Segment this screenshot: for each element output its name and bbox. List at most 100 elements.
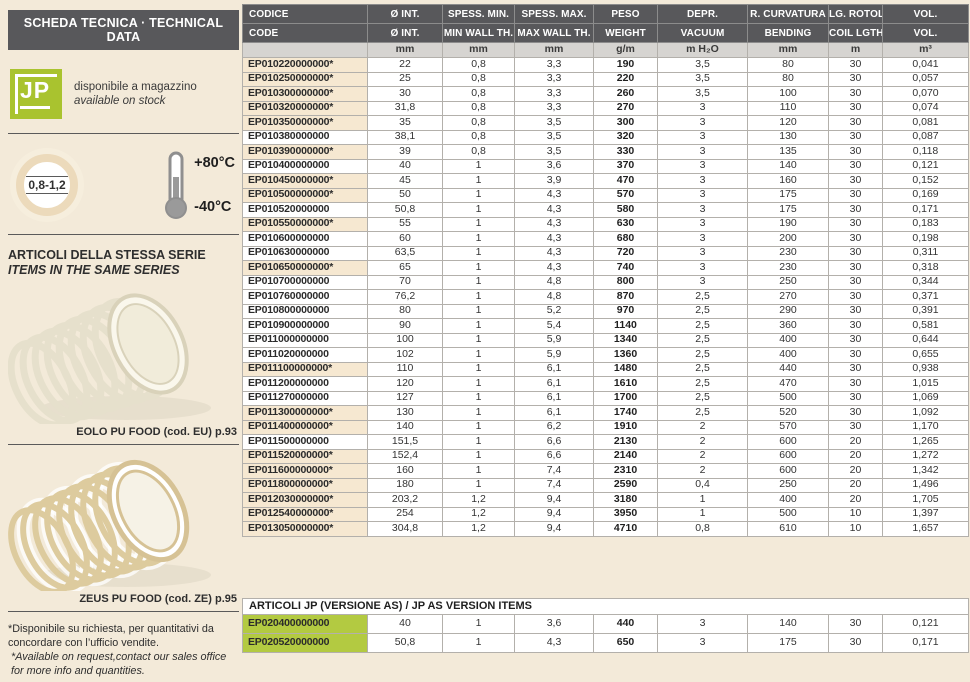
value-cell: 160 [368,464,443,479]
value-cell: 0,070 [883,87,969,102]
value-cell: 50,8 [368,634,443,653]
value-cell: 720 [594,246,658,261]
value-cell: 1 [443,188,515,203]
divider [8,234,239,235]
table-row: EP010220000000*220,83,31903,580300,041 [243,58,969,73]
value-cell: 0,8 [443,145,515,160]
column-header: VOL. [883,24,969,43]
footnote-request: *Disponibile su richiesta, per quantitat… [8,622,239,678]
series-title-it: ARTICOLI DELLA STESSA SERIE [8,248,239,263]
value-cell: 1610 [594,377,658,392]
value-cell: 580 [594,203,658,218]
value-cell: 20 [829,449,883,464]
code-cell: EP010250000000* [243,72,368,87]
technical-data-table: CODICEØ INT.SPESS. MIN.SPESS. MAX.PESODE… [242,4,969,537]
value-cell: 60 [368,232,443,247]
value-cell: 2130 [594,435,658,450]
value-cell: 2,5 [658,290,748,305]
value-cell: 680 [594,232,658,247]
code-cell: EP010800000000 [243,304,368,319]
value-cell: 250 [748,478,829,493]
code-cell: EP013050000000* [243,522,368,537]
column-header: SPESS. MAX. [515,5,594,24]
column-header: VACUUM [658,24,748,43]
value-cell: 0,087 [883,130,969,145]
stock-text-it: disponibile a magazzino [74,80,197,94]
eolo-hose-image [8,286,239,424]
value-cell: 2 [658,435,748,450]
table-row: EP010390000000*390,83,53303135300,118 [243,145,969,160]
value-cell: 2,5 [658,319,748,334]
value-cell: 370 [594,159,658,174]
code-cell: EP010520000000 [243,203,368,218]
value-cell: 120 [748,116,829,131]
value-cell: 30 [829,406,883,421]
column-header: MAX WALL TH. [515,24,594,43]
zeus-hose-image [8,453,239,591]
value-cell: 4,3 [515,217,594,232]
divider [8,611,239,612]
code-cell: EP011800000000* [243,478,368,493]
value-cell: 3 [658,116,748,131]
value-cell: 330 [594,145,658,160]
value-cell: 320 [594,130,658,145]
stock-text-en: available on stock [74,94,197,108]
column-header: Ø INT. [368,5,443,24]
value-cell: 30 [829,348,883,363]
column-header: mm [515,43,594,58]
value-cell: 130 [368,406,443,421]
value-cell: 1 [443,420,515,435]
value-cell: 1140 [594,319,658,334]
value-cell: 290 [748,304,829,319]
value-cell: 230 [748,246,829,261]
value-cell: 0,057 [883,72,969,87]
value-cell: 1,2 [443,493,515,508]
table-row: EP010450000000*4513,94703160300,152 [243,174,969,189]
jp-logo: JP [10,69,62,119]
value-cell: 40 [368,159,443,174]
table-row: EP010550000000*5514,36303190300,183 [243,217,969,232]
value-cell: 740 [594,261,658,276]
table-row: EP01127000000012716,117002,5500301,069 [243,391,969,406]
table-row: EP0104000000004013,63703140300,121 [243,159,969,174]
value-cell: 1 [443,449,515,464]
code-cell: EP011100000000* [243,362,368,377]
value-cell: 0,198 [883,232,969,247]
column-header: m H₂O [658,43,748,58]
value-cell: 30 [829,246,883,261]
value-cell: 3180 [594,493,658,508]
value-cell: 3 [658,174,748,189]
value-cell: 140 [748,159,829,174]
value-cell: 20 [829,493,883,508]
value-cell: 6,1 [515,391,594,406]
value-cell: 200 [748,232,829,247]
value-cell: 2,5 [658,362,748,377]
value-cell: 31,8 [368,101,443,116]
value-cell: 0,074 [883,101,969,116]
value-cell: 0,171 [883,634,969,653]
value-cell: 3,9 [515,174,594,189]
value-cell: 6,6 [515,435,594,450]
value-cell: 9,4 [515,507,594,522]
value-cell: 360 [748,319,829,334]
value-cell: 3,3 [515,87,594,102]
value-cell: 0,344 [883,275,969,290]
value-cell: 1 [443,362,515,377]
value-cell: 175 [748,634,829,653]
column-header: m [829,43,883,58]
table-row: EP011300000000*13016,117402,5520301,092 [243,406,969,421]
value-cell: 80 [748,58,829,73]
value-cell: 38,1 [368,130,443,145]
temp-min: -40°C [194,199,235,215]
value-cell: 1 [443,290,515,305]
value-cell: 1700 [594,391,658,406]
code-cell: EP011270000000 [243,391,368,406]
table-row: EP01102000000010215,913602,5400300,655 [243,348,969,363]
table-row: EP0108000000008015,29702,5290300,391 [243,304,969,319]
value-cell: 1 [443,217,515,232]
value-cell: 65 [368,261,443,276]
value-cell: 1,397 [883,507,969,522]
value-cell: 4,3 [515,188,594,203]
column-header: CODE [243,24,368,43]
value-cell: 0,8 [443,101,515,116]
